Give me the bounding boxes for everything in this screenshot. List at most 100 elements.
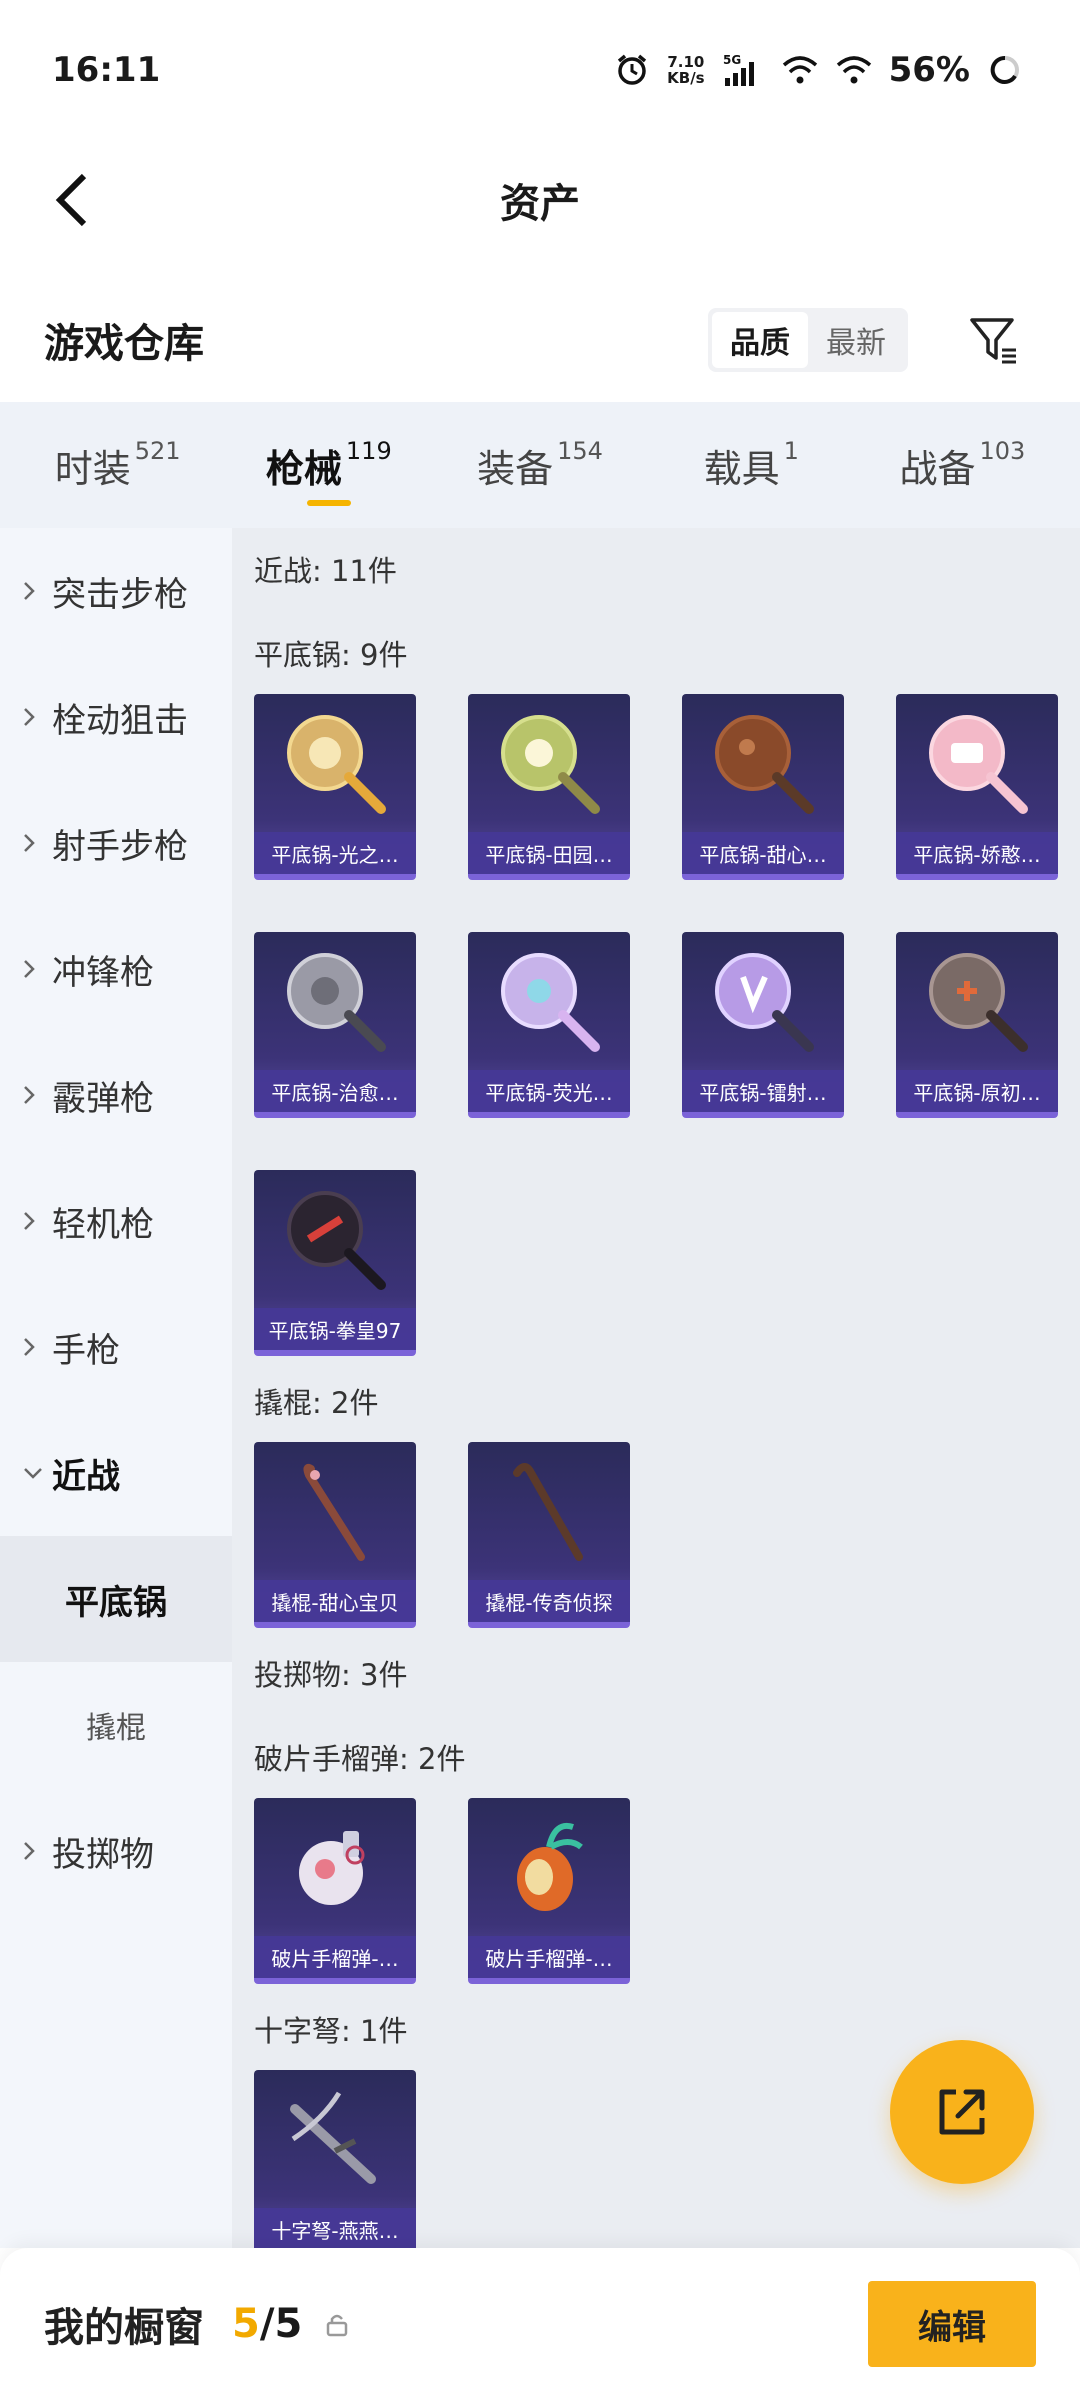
- section-pan-label: 平底锅: 9件: [254, 638, 408, 672]
- header: 资产: [0, 140, 1080, 260]
- sidebar-item-shotgun[interactable]: 霰弹枪: [0, 1032, 232, 1158]
- item-card[interactable]: 平底锅-荧光…: [468, 932, 630, 1118]
- item-card[interactable]: 平底锅-甜心…: [682, 694, 844, 880]
- net-speed-value: 7.10: [667, 53, 705, 71]
- item-card[interactable]: 撬棍-甜心宝贝: [254, 1442, 416, 1628]
- pan-icon: [682, 694, 844, 832]
- tab-label: 枪械: [265, 446, 342, 491]
- item-grid: 近战: 11件 平底锅: 9件 平底锅-光之… 平底锅-田园… 平底锅-甜心… …: [232, 528, 1080, 2248]
- section-crowbar-label: 撬棍: 2件: [254, 1386, 379, 1420]
- tab-equipment[interactable]: 装备 154: [434, 402, 645, 528]
- tab-combat-gear[interactable]: 战备 103: [857, 402, 1068, 528]
- sort-quality-button[interactable]: 品质: [712, 312, 808, 368]
- item-card[interactable]: 破片手榴弹-…: [468, 1798, 630, 1984]
- chevron-right-icon: [22, 1210, 52, 1232]
- sidebar-subitem-pan[interactable]: 平底锅: [0, 1536, 232, 1662]
- back-button[interactable]: [36, 164, 108, 236]
- chevron-right-icon: [22, 1084, 52, 1106]
- sidebar-item-smg[interactable]: 冲锋枪: [0, 906, 232, 1032]
- sidebar-item-pistol[interactable]: 手枪: [0, 1284, 232, 1410]
- sort-newest-button[interactable]: 最新: [808, 312, 904, 368]
- item-card[interactable]: 平底锅-光之…: [254, 694, 416, 880]
- sidebar-subitem-crowbar[interactable]: 撬棍: [0, 1662, 232, 1788]
- status-icons: 7.10 KB/s 5G 56%: [613, 50, 1024, 90]
- sidebar-item-assault-rifle[interactable]: 突击步枪: [0, 528, 232, 654]
- tab-count: 154: [557, 437, 603, 465]
- sidebar-item-label: 栓动狙击: [52, 700, 188, 741]
- sidebar-item-bolt-sniper[interactable]: 栓动狙击: [0, 654, 232, 780]
- item-card[interactable]: 平底锅-拳皇97: [254, 1170, 416, 1356]
- signal-icon: 5G: [721, 51, 765, 89]
- chevron-right-icon: [22, 706, 52, 728]
- showcase-count-current: 5: [232, 2301, 260, 2347]
- pan-icon: [254, 932, 416, 1070]
- pan-icon: [896, 694, 1058, 832]
- status-bar: 16:11 7.10 KB/s 5G 56%: [0, 0, 1080, 140]
- chevron-right-icon: [22, 832, 52, 854]
- sidebar-item-label: 霰弹枪: [52, 1078, 154, 1119]
- tab-fashion[interactable]: 时装 521: [12, 402, 223, 528]
- pan-icon: [468, 932, 630, 1070]
- alarm-icon: [613, 51, 651, 89]
- tab-vehicles[interactable]: 载具 1: [646, 402, 857, 528]
- sidebar-item-label: 近战: [52, 1456, 120, 1497]
- battery-text: 56%: [888, 50, 970, 90]
- chevron-right-icon: [22, 1336, 52, 1358]
- crowbar-icon: [254, 1442, 416, 1580]
- back-arrow-icon: [55, 173, 87, 227]
- chevron-right-icon: [22, 1840, 52, 1862]
- item-name: 破片手榴弹-…: [254, 1936, 416, 1978]
- tab-label: 装备: [477, 446, 554, 491]
- item-card[interactable]: 十字弩-燕燕…: [254, 2070, 416, 2248]
- item-name: 十字弩-燕燕…: [254, 2208, 416, 2248]
- filter-button[interactable]: [958, 304, 1030, 376]
- sidebar-item-dmr[interactable]: 射手步枪: [0, 780, 232, 906]
- net-speed-unit: KB/s: [667, 69, 705, 87]
- item-card[interactable]: 平底锅-镭射…: [682, 932, 844, 1118]
- item-card[interactable]: 平底锅-田园…: [468, 694, 630, 880]
- section-throwable-label: 投掷物: 3件: [254, 1658, 408, 1692]
- sidebar-item-label: 射手步枪: [52, 826, 188, 867]
- section-frag-label: 破片手榴弹: 2件: [254, 1742, 466, 1776]
- tab-label: 战备: [899, 446, 976, 491]
- showcase-title: 我的橱窗: [44, 2305, 204, 2351]
- item-card[interactable]: 平底锅-治愈…: [254, 932, 416, 1118]
- item-name: 平底锅-荧光…: [468, 1070, 630, 1112]
- grenade-icon: [468, 1798, 630, 1936]
- svg-text:5G: 5G: [723, 53, 741, 67]
- lock-icon: [324, 2309, 354, 2339]
- chevron-right-icon: [22, 958, 52, 980]
- edit-button[interactable]: 编辑: [868, 2281, 1036, 2367]
- item-card[interactable]: 平底锅-娇憨…: [896, 694, 1058, 880]
- tab-count: 521: [134, 437, 181, 465]
- sidebar-item-melee[interactable]: 近战: [0, 1410, 232, 1536]
- item-name: 破片手榴弹-…: [468, 1936, 630, 1978]
- tab-firearms[interactable]: 枪械 119: [223, 402, 434, 528]
- sidebar-item-label: 手枪: [52, 1330, 120, 1371]
- item-card[interactable]: 破片手榴弹-…: [254, 1798, 416, 1984]
- item-name: 平底锅-光之…: [254, 832, 416, 874]
- pan-icon: [254, 694, 416, 832]
- active-tab-indicator: [306, 500, 351, 506]
- tab-label: 时装: [54, 446, 131, 491]
- item-card[interactable]: 撬棍-传奇侦探: [468, 1442, 630, 1628]
- crowbar-icon: [468, 1442, 630, 1580]
- sidebar-item-throwable[interactable]: 投掷物: [0, 1788, 232, 1914]
- pan-icon: [896, 932, 1058, 1070]
- showcase-count: 5/5: [232, 2301, 302, 2347]
- sidebar-item-label: 轻机枪: [52, 1204, 154, 1245]
- item-name: 平底锅-田园…: [468, 832, 630, 874]
- section-crossbow-label: 十字弩: 1件: [254, 2014, 408, 2048]
- item-name: 平底锅-拳皇97: [254, 1308, 416, 1350]
- share-button[interactable]: [890, 2040, 1034, 2184]
- item-name: 平底锅-原初…: [896, 1070, 1058, 1112]
- wifi-icon: [835, 51, 873, 89]
- grenade-icon: [254, 1798, 416, 1936]
- item-card[interactable]: 平底锅-原初…: [896, 932, 1058, 1118]
- tab-count: 1: [783, 437, 799, 465]
- weapon-category-sidebar: 突击步枪 栓动狙击 射手步枪 冲锋枪 霰弹枪 轻机枪 手枪 近战 平底锅 撬棍 …: [0, 528, 232, 2248]
- pan-icon: [468, 694, 630, 832]
- pan-icon: [254, 1170, 416, 1308]
- sidebar-item-lmg[interactable]: 轻机枪: [0, 1158, 232, 1284]
- crossbow-icon: [254, 2070, 416, 2208]
